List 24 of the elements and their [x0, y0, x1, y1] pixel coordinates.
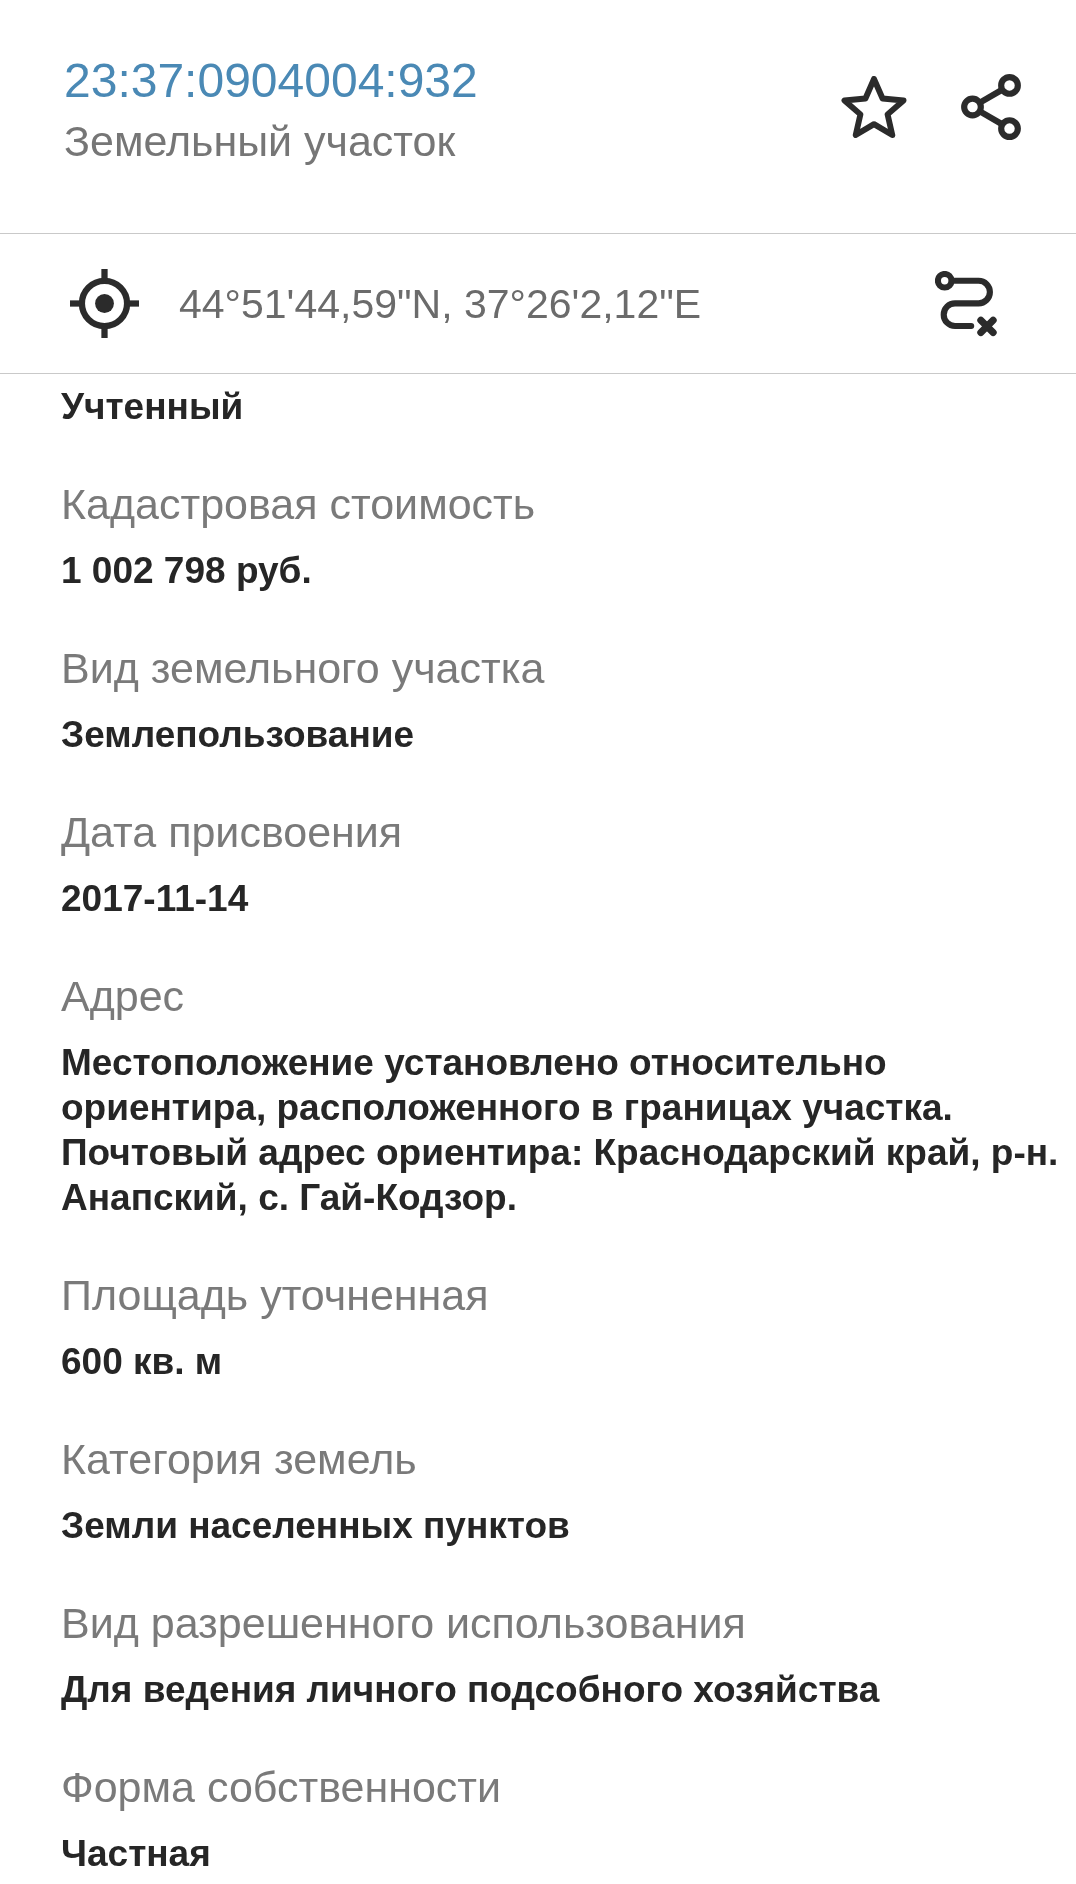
field-value: 2017-11-14 [61, 877, 250, 921]
cadastral-number: 23:37:0904004:932 [64, 53, 478, 108]
route-icon[interactable] [935, 270, 997, 337]
coordinates-text: 44°51'44,59"N, 37°26'2,12"E [179, 280, 703, 327]
field-label: Площадь уточненная [61, 1272, 490, 1318]
field-label: Адрес [61, 973, 186, 1019]
field-label: Кадастровая стоимость [61, 481, 537, 527]
field-label: Вид разрешенного использования [61, 1600, 747, 1646]
field-value: Местоположение установлено относительно ориентира, расположенного в границах участка. Почтовый адрес ориентира: Краснодарский край, р-н. Анапский, с. Гай-Кодзор. [61, 1041, 1060, 1220]
field-value: 600 кв. м [61, 1340, 224, 1384]
star-icon[interactable] [841, 76, 907, 138]
field-value: 1 002 798 руб. [61, 549, 313, 593]
field-label: Форма собственности [61, 1764, 503, 1810]
field-value: Учтенный [61, 385, 245, 429]
crosshair-icon[interactable] [70, 269, 139, 338]
field-label: Категория земель [61, 1436, 418, 1482]
field-label: Вид земельного участка [61, 645, 546, 691]
field-value: Частная [61, 1832, 212, 1876]
share-icon[interactable] [961, 74, 1021, 140]
field-value: Земли населенных пунктов [61, 1504, 571, 1548]
field-value: Землепользование [61, 713, 416, 757]
field-label: Дата присвоения [61, 809, 404, 855]
field-value: Для ведения личного подсобного хозяйства [61, 1668, 881, 1712]
object-type: Земельный участок [64, 118, 457, 164]
